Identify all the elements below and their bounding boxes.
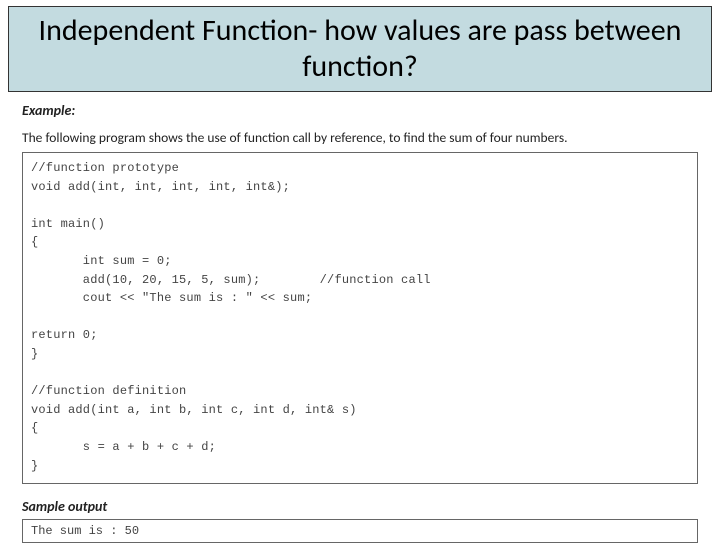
code-block: //function prototype void add(int, int, … xyxy=(22,152,698,484)
sample-output-heading: Sample output xyxy=(22,498,712,515)
example-heading: Example: xyxy=(22,102,712,119)
slide: Independent Function- how values are pas… xyxy=(0,0,720,540)
description-text: The following program shows the use of f… xyxy=(22,129,712,146)
slide-title: Independent Function- how values are pas… xyxy=(8,6,712,92)
sample-output-block: The sum is : 50 xyxy=(22,519,698,543)
